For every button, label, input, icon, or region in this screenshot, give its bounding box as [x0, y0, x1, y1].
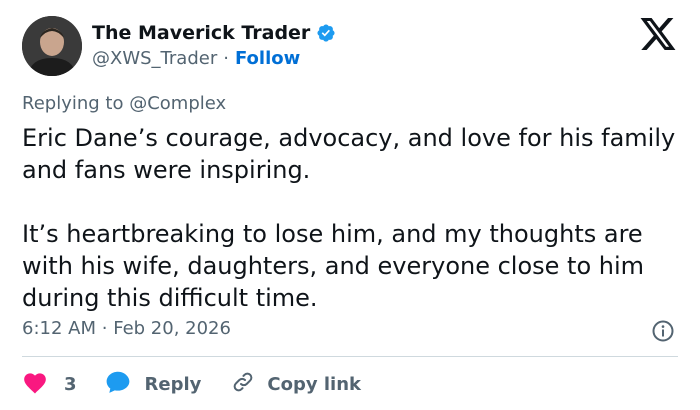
tweet-date: Feb 20, 2026	[113, 318, 231, 339]
author-name[interactable]: The Maverick Trader	[92, 22, 310, 44]
author-handle-row: @XWS_Trader · Follow	[92, 48, 300, 69]
avatar[interactable]	[22, 16, 82, 76]
x-logo-icon[interactable]	[640, 18, 676, 50]
heart-icon	[22, 370, 48, 399]
separator-dot: ·	[223, 48, 229, 69]
tweet-body: Eric Dane’s courage, advocacy, and love …	[22, 122, 682, 314]
like-count: 3	[64, 374, 77, 395]
like-button[interactable]: 3	[22, 370, 77, 399]
reply-label: Reply	[144, 374, 202, 395]
info-icon[interactable]	[651, 319, 675, 343]
tweet-timestamp[interactable]: 6:12 AM · Feb 20, 2026	[22, 318, 231, 339]
copy-link-label: Copy link	[267, 374, 361, 395]
replying-to: Replying to @Complex	[22, 93, 226, 114]
divider	[22, 356, 678, 357]
replying-prefix: Replying to	[22, 93, 124, 114]
tweet-card: The Maverick Trader @XWS_Trader · Follow…	[0, 0, 700, 410]
copy-link-button[interactable]: Copy link	[231, 370, 361, 399]
reply-button[interactable]: Reply	[105, 370, 202, 399]
link-icon	[231, 370, 255, 399]
replying-mention[interactable]: @Complex	[129, 93, 226, 114]
tweet-time: 6:12 AM	[22, 318, 96, 339]
author-handle[interactable]: @XWS_Trader	[92, 48, 217, 69]
action-bar: 3 Reply Copy link	[22, 370, 361, 399]
author-name-row: The Maverick Trader	[92, 22, 336, 44]
separator-dot: ·	[101, 318, 108, 339]
tweet-paragraph: Eric Dane’s courage, advocacy, and love …	[22, 124, 676, 184]
follow-button[interactable]: Follow	[235, 48, 300, 69]
reply-bubble-icon	[105, 370, 131, 399]
verified-badge-icon	[316, 23, 336, 43]
tweet-paragraph: It’s heartbreaking to lose him, and my t…	[22, 220, 645, 312]
